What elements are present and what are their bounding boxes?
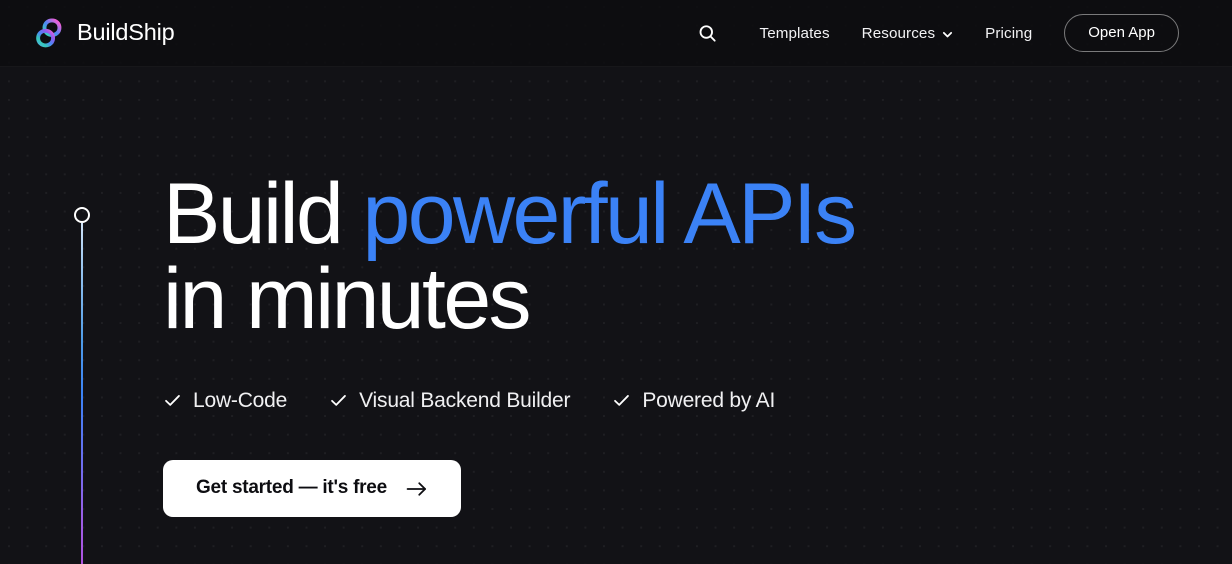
timeline-dot-icon — [74, 207, 90, 223]
nav-item-templates[interactable]: Templates — [744, 17, 846, 50]
check-icon — [165, 395, 180, 407]
feature-item-low-code: Low-Code — [163, 390, 287, 411]
nav-item-pricing-label: Pricing — [985, 24, 1033, 42]
headline-plain-text: Build — [163, 166, 363, 262]
get-started-button[interactable]: Get started — it's free — [163, 460, 461, 518]
feature-list: Low-Code Visual Backend Builder Powered … — [163, 390, 855, 411]
check-icon — [331, 395, 346, 407]
brand-logo-link[interactable]: BuildShip — [32, 16, 175, 50]
buildship-loop-logo-icon — [36, 18, 62, 48]
nav-item-pricing[interactable]: Pricing — [969, 17, 1048, 50]
feature-label: Visual Backend Builder — [359, 389, 571, 413]
main-navigation: Templates Resources Pricing Open App — [691, 13, 1179, 53]
search-button[interactable] — [691, 16, 725, 50]
search-icon — [699, 24, 716, 42]
page-root: BuildShip Templates Resources Pricing Op… — [0, 0, 1232, 564]
chevron-down-icon — [943, 31, 953, 37]
open-app-button[interactable]: Open App — [1064, 13, 1179, 53]
feature-item-powered-by-ai: Powered by AI — [612, 390, 775, 411]
nav-item-resources[interactable]: Resources — [846, 17, 970, 50]
site-header: BuildShip Templates Resources Pricing Op… — [0, 0, 1232, 67]
check-icon — [614, 395, 630, 407]
get-started-label: Get started — it's free — [196, 477, 387, 499]
nav-item-templates-label: Templates — [759, 24, 830, 42]
headline-line-2: in minutes — [163, 251, 532, 348]
arrow-right-icon — [406, 482, 426, 496]
feature-label: Powered by AI — [642, 389, 776, 413]
feature-item-visual-backend-builder: Visual Backend Builder — [329, 389, 571, 413]
timeline-gradient-line — [81, 223, 83, 564]
hero-section: Build powerful APIs in minutes Low-Code … — [163, 171, 857, 518]
nav-item-resources-label: Resources — [861, 24, 936, 42]
feature-label: Low-Code — [193, 389, 288, 413]
headline-line-1: Build powerful APIs — [163, 166, 858, 262]
timeline-rail — [73, 207, 91, 564]
page-title: Build powerful APIs in minutes — [163, 171, 857, 342]
brand-name: BuildShip — [77, 19, 175, 46]
headline-accent-text: powerful APIs — [362, 166, 858, 262]
